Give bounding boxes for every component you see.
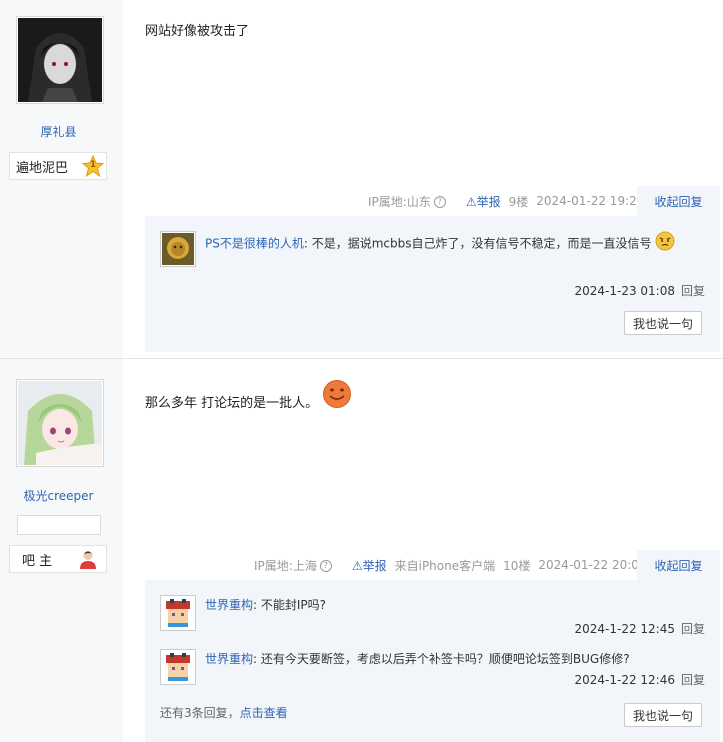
reply-time-row: 2024-1-22 12:45 回复 (574, 620, 705, 637)
reply-body: 还有今天要断签，考虑以后弄个补签卡吗？顺便吧论坛签到BUG修修? (260, 652, 630, 666)
collapse-replies-button[interactable]: 收起回复 (637, 186, 720, 216)
badge-title: 吧 主 (22, 553, 53, 569)
username[interactable]: 厚礼县 (0, 123, 117, 140)
reply-text: 世界重构: 不能封IP吗? (205, 595, 705, 615)
post-meta: IP属地:山东? ⚠举报 9楼 2024-01-22 19:27 (368, 186, 652, 216)
reply-avatar[interactable] (160, 649, 196, 685)
reply-time: 2024-1-22 12:45 (574, 622, 675, 636)
more-replies-text: 还有3条回复， (160, 706, 240, 720)
reply-button[interactable]: 回复 (681, 622, 705, 636)
post-text: 那么多年 打论坛的是一批人。 (145, 395, 319, 411)
view-more-link[interactable]: 点击查看 (240, 706, 288, 720)
post-content: 那么多年 打论坛的是一批人。 (145, 379, 352, 413)
post-content: 网站好像被攻击了 (145, 24, 250, 39)
reply-username[interactable]: 世界重构 (205, 652, 253, 666)
reply-colon: : (303, 236, 312, 251)
badge-title: 遍地泥巴 (16, 160, 69, 176)
reply-time: 2024-1-23 01:08 (574, 284, 675, 298)
user-sidebar: 厚礼县 遍地泥巴 1 (0, 0, 123, 358)
say-something-button[interactable]: 我也说一句 (624, 703, 702, 727)
post-time: 2024-01-22 20:04 (538, 558, 647, 572)
collapse-replies-button[interactable]: 收起回复 (637, 550, 720, 580)
reply-time-row: 2024-1-22 12:46 回复 (574, 671, 705, 688)
reply-username[interactable]: 世界重构 (205, 598, 253, 612)
avatar-image (18, 18, 102, 102)
report-link[interactable]: ⚠举报 (352, 557, 387, 574)
avatar-image (18, 381, 102, 465)
reply-box: PS不是很棒的人机: 不是，据说mcbbs自己炸了，没有信号不稳定，而是一直没信… (145, 216, 720, 352)
report-link[interactable]: ⚠举报 (466, 193, 501, 210)
post-floor-10: 极光creeper 吧 主 那么多年 打论坛的是一批人。 IP属地:上海? ⚠举… (0, 359, 723, 742)
grin-emoji-icon (322, 379, 352, 413)
user-sidebar: 极光creeper 吧 主 (0, 359, 123, 742)
reply-text: 世界重构: 还有今天要断签，考虑以后弄个补签卡吗？顺便吧论坛签到BUG修修? (205, 649, 705, 669)
reply-avatar[interactable] (160, 231, 196, 267)
warning-icon: ⚠ (465, 194, 477, 209)
level-star-icon: 1 (81, 154, 105, 178)
admin-badge[interactable]: 吧 主 (9, 545, 107, 573)
member-badge[interactable]: 遍地泥巴 1 (9, 152, 107, 180)
reply-text: PS不是很棒的人机: 不是，据说mcbbs自己炸了，没有信号不稳定，而是一直没信… (205, 231, 705, 257)
ip-location: IP属地:山东? (368, 193, 454, 210)
post-floor-9: 厚礼县 遍地泥巴 1 网站好像被攻击了 IP属地:山东? ⚠举报 9楼 2024… (0, 0, 723, 358)
level-number: 1 (89, 160, 97, 170)
reply-avatar[interactable] (160, 595, 196, 631)
say-something-button[interactable]: 我也说一句 (624, 311, 702, 335)
post-time: 2024-01-22 19:27 (536, 194, 645, 208)
reply-colon: : (253, 598, 261, 612)
angry-emoji-icon (655, 231, 675, 257)
reply-body: 不是，据说mcbbs自己炸了，没有信号不稳定，而是一直没信号 (311, 236, 652, 251)
reply-username[interactable]: PS不是很棒的人机 (205, 237, 304, 251)
help-icon[interactable]: ? (319, 560, 332, 572)
more-replies: 还有3条回复，点击查看 (160, 704, 288, 721)
user-title-box (17, 515, 101, 535)
reply-item: PS不是很棒的人机: 不是，据说mcbbs自己炸了，没有信号不稳定，而是一直没信… (160, 231, 705, 271)
ip-location: IP属地:上海? (254, 557, 340, 574)
user-admin-icon (78, 549, 98, 569)
reply-colon: : (253, 652, 261, 666)
reply-time-row: 2024-1-23 01:08 回复 (574, 282, 705, 299)
help-icon[interactable]: ? (433, 196, 446, 208)
reply-box: 世界重构: 不能封IP吗? 2024-1-22 12:45 回复 世界重构: 还有… (145, 580, 720, 742)
reply-button[interactable]: 回复 (681, 673, 705, 687)
warning-icon: ⚠ (351, 558, 363, 573)
reply-button[interactable]: 回复 (681, 284, 705, 298)
client-source: 来自iPhone客户端 (395, 557, 496, 574)
username[interactable]: 极光creeper (0, 487, 117, 504)
floor-number: 10楼 (503, 558, 531, 573)
post-meta: IP属地:上海? ⚠举报 来自iPhone客户端 10楼 2024-01-22 … (254, 550, 655, 580)
user-avatar[interactable] (16, 379, 104, 467)
user-avatar[interactable] (16, 16, 104, 104)
floor-number: 9楼 (508, 194, 529, 209)
client-label: 来自iPhone客户端 (394, 558, 496, 573)
reply-body: 不能封IP吗? (260, 598, 327, 612)
reply-time: 2024-1-22 12:46 (574, 673, 675, 687)
